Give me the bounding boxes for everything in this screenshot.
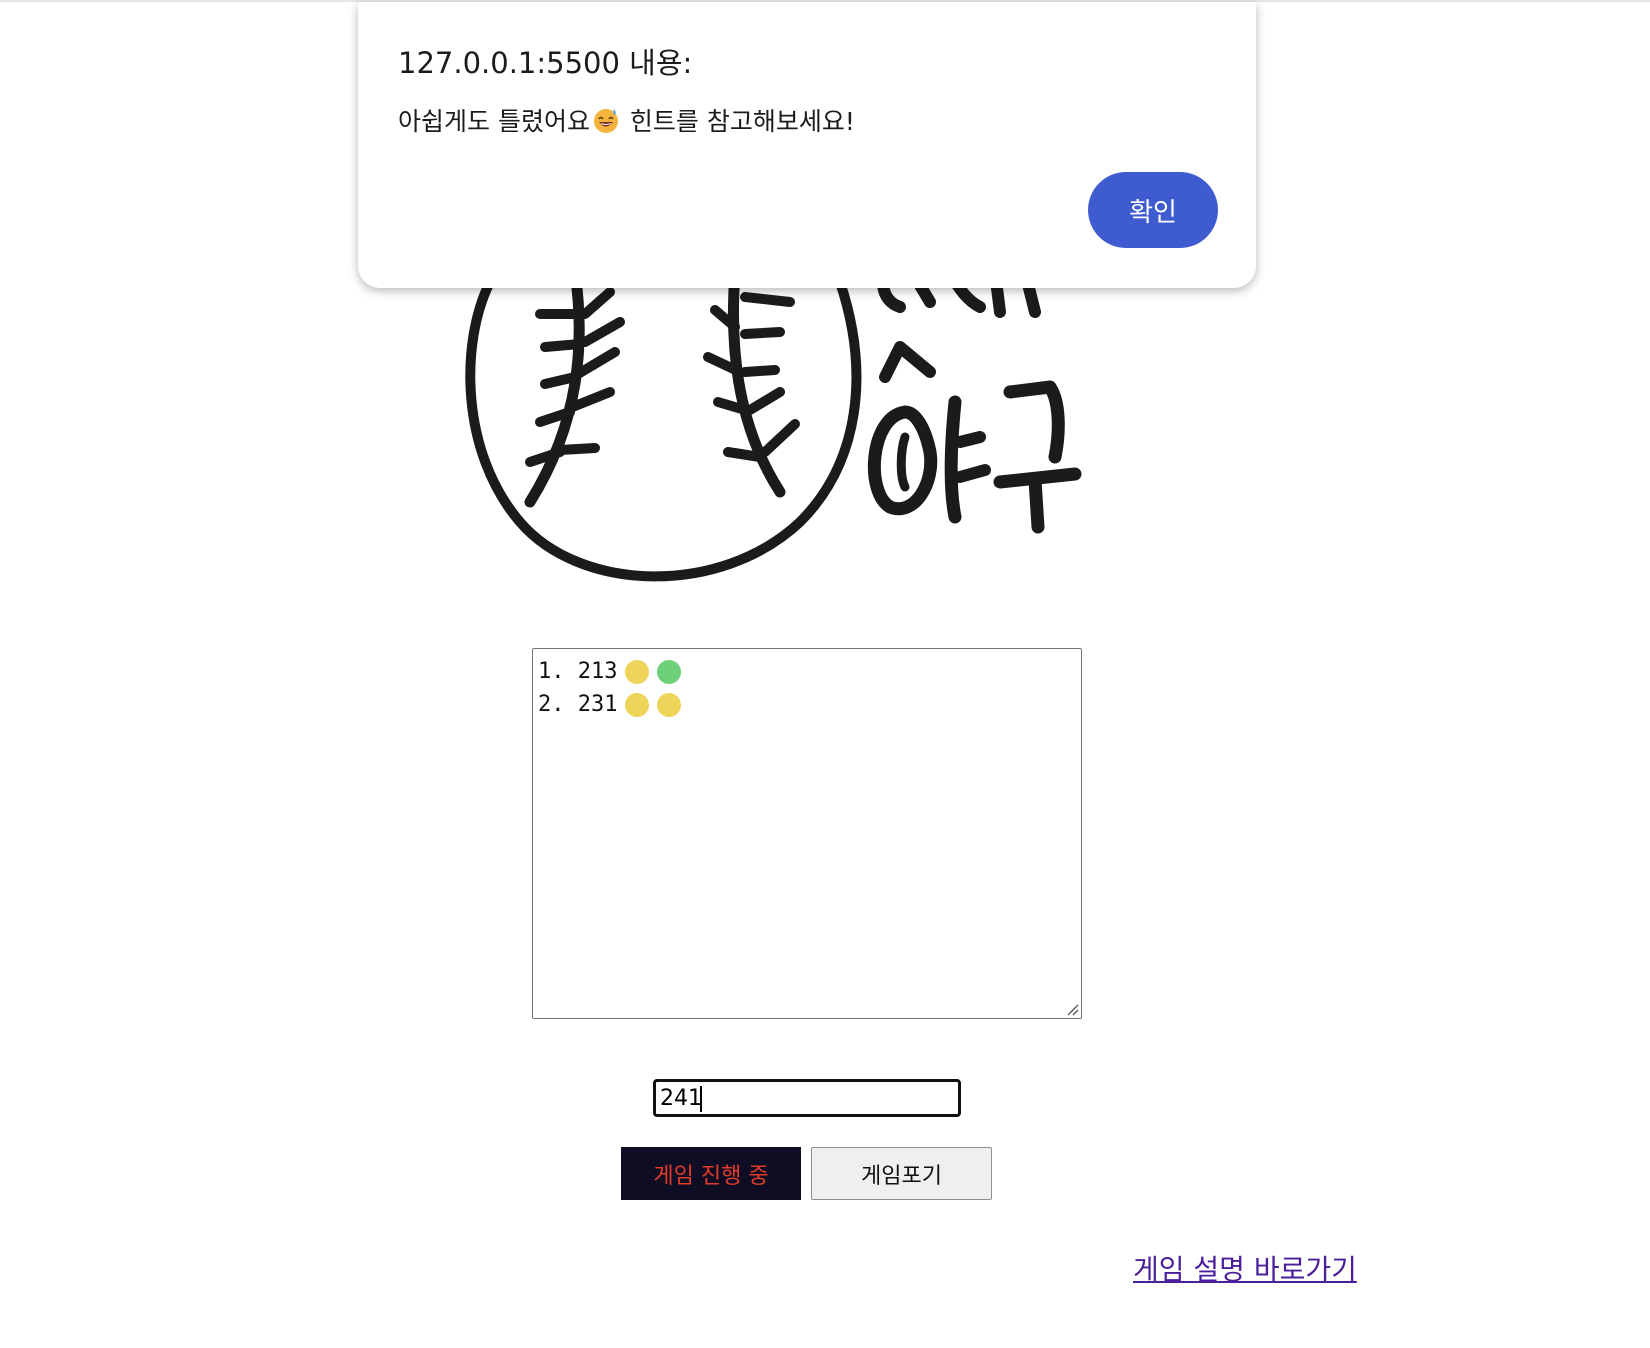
dialog-message: 아쉽게도 틀렸어요 힌트를 참고해보세요!	[398, 102, 855, 138]
give-up-button[interactable]: 게임포기	[811, 1147, 992, 1200]
baseball-icon	[465, 266, 1082, 582]
ball-hint-icon	[625, 692, 650, 717]
history-line-label: 1. 213	[538, 659, 618, 684]
dialog-ok-button[interactable]: 확인	[1088, 172, 1218, 248]
dialog-title: 127.0.0.1:5500 내용:	[398, 46, 693, 80]
strike-hint-icon	[657, 659, 682, 684]
history-line: 2. 231	[538, 688, 1076, 721]
game-status-button[interactable]: 게임 진행 중	[621, 1147, 801, 1200]
ball-hint-icon	[657, 692, 682, 717]
resize-grip-icon[interactable]	[1065, 1002, 1079, 1016]
guess-history-textarea[interactable]: 1. 213 2. 231	[532, 648, 1082, 1019]
sweat-smile-emoji-icon	[593, 109, 618, 133]
dialog-message-text: 아쉽게도 틀렸어요	[398, 107, 590, 136]
ball-hint-icon	[625, 659, 650, 684]
history-line: 1. 213	[538, 655, 1076, 688]
page: 1. 213 2. 231 게임 진행 중 게임포기 게임 설명 바로가기 127…	[0, 0, 1650, 1348]
text-caret	[700, 1086, 702, 1112]
history-list: 1. 213 2. 231	[538, 655, 1076, 721]
dialog-message-text-rest: 힌트를 참고해보세요!	[621, 107, 855, 136]
game-logo	[460, 252, 1160, 622]
alert-dialog: 127.0.0.1:5500 내용: 아쉽게도 틀렸어요 힌트를 참고해보세요!…	[358, 2, 1256, 288]
history-line-label: 2. 231	[538, 692, 618, 717]
game-help-link[interactable]: 게임 설명 바로가기	[1133, 1248, 1357, 1288]
